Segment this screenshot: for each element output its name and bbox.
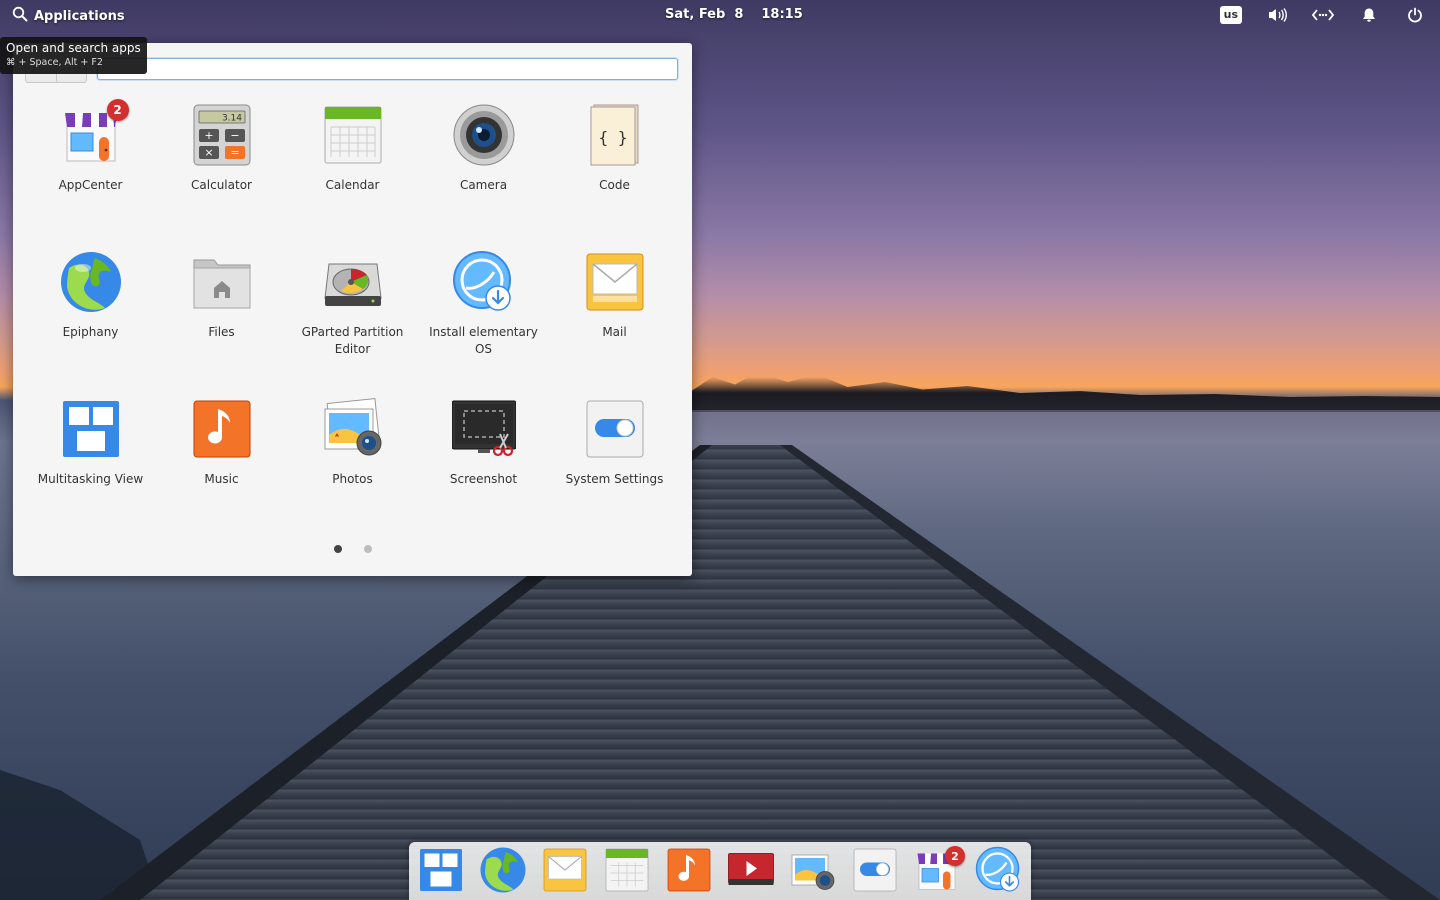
app-label: System Settings [565,472,664,486]
tooltip-title: Open and search apps [6,41,141,55]
calculator-display-text: 3.14 [221,114,241,124]
indicator-area: us [1219,5,1426,25]
music-icon [667,848,711,892]
videos-icon [728,853,774,885]
app-screenshot[interactable]: Screenshot [418,397,549,544]
dock-item-calendar[interactable] [603,846,651,894]
multitasking-icon [59,397,123,461]
app-label: Multitasking View [37,472,144,486]
epiphany-icon [480,847,526,893]
app-calendar[interactable]: Calendar [287,103,418,250]
appcenter-icon: 2 [59,99,129,167]
keyboard-layout-indicator[interactable]: us [1219,6,1242,24]
system-settings-icon [583,397,647,461]
app-camera[interactable]: Camera [418,103,549,250]
dock-item-photos[interactable] [789,846,837,894]
app-label: Files [208,325,235,339]
dock-item-system-settings[interactable] [851,846,899,894]
svg-text:×: × [204,146,213,159]
system-settings-icon [853,848,897,892]
tooltip-shortcut: ⌘ + Space, Alt + F2 [6,57,103,68]
app-multitasking-view[interactable]: Multitasking View [25,397,156,544]
photos-icon [791,854,835,890]
search-input[interactable] [97,58,678,80]
dock-item-appcenter[interactable]: 2 [913,846,965,894]
app-label: GParted Partition Editor [301,325,404,356]
calendar-icon [321,103,385,167]
applications-menu-button[interactable]: Applications [12,6,125,26]
app-label: Photos [332,472,373,486]
app-appcenter[interactable]: 2 AppCenter [25,99,156,250]
applications-tooltip: Open and search apps ⌘ + Space, Alt + F2 [0,37,147,74]
mail-icon [583,250,647,314]
dock-item-multitasking-view[interactable] [417,846,465,894]
app-label: Calendar [325,178,380,192]
svg-text:+: + [204,129,213,142]
time-label: 18:15 [761,7,803,22]
calendar-icon [605,848,649,892]
page-dot-2[interactable] [363,545,372,553]
app-gparted[interactable]: GParted Partition Editor [287,250,418,397]
photos-icon [321,397,385,461]
multitasking-icon [420,849,462,891]
epiphany-icon [59,250,123,314]
search-icon [12,6,28,26]
app-mail[interactable]: Mail [549,250,680,397]
app-label: Camera [459,178,508,192]
app-installer[interactable]: Install elementary OS [418,250,549,397]
app-label: Mail [602,325,627,339]
top-panel: Applications Sat, Feb 8 18:15 us [0,0,1440,30]
camera-icon [452,103,516,167]
app-calculator[interactable]: 3.14 + − × = Calculator [156,103,287,250]
app-files[interactable]: Files [156,250,287,397]
applications-label: Applications [34,8,125,24]
dock: 2 [409,842,1031,900]
app-epiphany[interactable]: Epiphany [25,250,156,397]
volume-icon[interactable] [1266,5,1288,25]
appcenter-updates-badge: 2 [106,99,129,121]
gparted-icon [321,250,385,314]
dock-appcenter-badge: 2 [945,846,965,866]
code-braces-glyph: { } [598,128,627,147]
app-label: AppCenter [58,178,123,192]
svg-text:=: = [230,146,239,159]
app-label: Epiphany [62,325,119,339]
installer-icon [452,250,516,314]
app-photos[interactable]: Photos [287,397,418,544]
screenshot-icon [451,397,516,461]
code-icon: { } [583,103,647,167]
page-indicator [13,545,692,553]
datetime-indicator[interactable]: Sat, Feb 8 18:15 [665,7,803,22]
dock-item-music[interactable] [665,846,713,894]
svg-text:−: − [230,129,239,142]
app-label: Code [599,178,630,192]
app-grid: 2 AppCenter 3.14 + − × = Calculator Cale… [25,99,680,544]
wallpaper-treeline [690,372,1440,412]
app-label: Install elementary OS [429,325,538,356]
installer-icon [975,846,1020,892]
app-label: Screenshot [449,472,518,486]
mail-icon [543,848,587,892]
page-dot-1[interactable] [333,545,342,553]
date-label: Sat, Feb 8 [665,7,744,22]
network-icon[interactable] [1312,5,1334,25]
dock-item-videos[interactable] [727,846,775,894]
power-icon[interactable] [1404,5,1426,25]
app-code[interactable]: { } Code [549,103,680,250]
applications-launcher: 2 AppCenter 3.14 + − × = Calculator Cale… [13,43,692,576]
dock-item-mail[interactable] [541,846,589,894]
app-label: Calculator [191,178,252,192]
dock-item-installer[interactable] [975,846,1023,894]
music-icon [190,397,254,461]
app-system-settings[interactable]: System Settings [549,397,680,544]
files-icon [190,250,254,314]
dock-item-epiphany[interactable] [479,846,527,894]
app-label: Music [204,472,239,486]
calculator-icon: 3.14 + − × = [190,103,254,167]
notifications-bell-icon[interactable] [1358,5,1380,25]
app-music[interactable]: Music [156,397,287,544]
